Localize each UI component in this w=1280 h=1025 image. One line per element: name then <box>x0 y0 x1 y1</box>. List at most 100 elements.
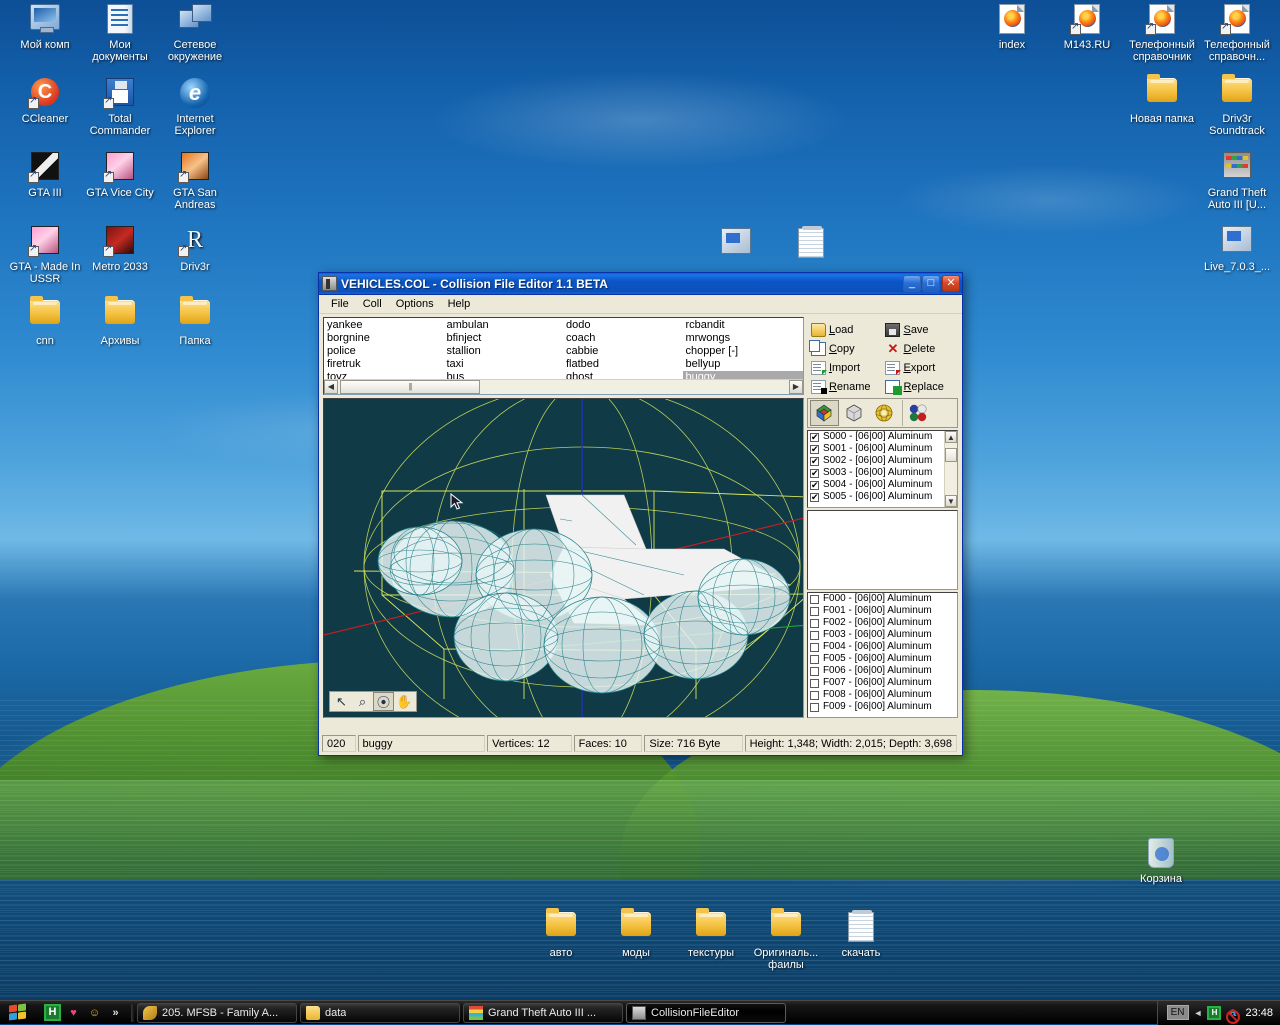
box-icon[interactable] <box>840 400 869 426</box>
list-item[interactable]: F006 - [06|00] Aluminum <box>808 665 957 677</box>
list-item[interactable]: F000 - [06|00] Aluminum <box>808 593 957 605</box>
scroll-right-arrow-icon[interactable]: ▶ <box>788 380 803 394</box>
rotate-icon[interactable]: ⦿ <box>373 692 394 711</box>
desktop-icon[interactable]: Live_7.0.3_... <box>1198 226 1276 273</box>
desktop-icon[interactable]: GTA Vice City <box>81 152 159 199</box>
desktop-icon[interactable]: Корзина <box>1122 838 1200 885</box>
list-item[interactable]: F003 - [06|00] Aluminum <box>808 629 957 641</box>
checkbox[interactable] <box>809 479 819 491</box>
vehicle-item[interactable]: coach <box>564 332 683 345</box>
list-item[interactable]: F004 - [06|00] Aluminum <box>808 641 957 653</box>
desktop-icon[interactable]: скачать <box>822 910 900 959</box>
collision-file-editor-window[interactable]: VEHICLES.COL - Collision File Editor 1.1… <box>318 272 963 756</box>
vehicle-item[interactable]: bfinject <box>444 332 563 345</box>
sphere-icon[interactable] <box>870 400 899 426</box>
delete-button[interactable]: Delete <box>885 339 956 358</box>
desktop-icon[interactable]: CCleaner <box>6 78 84 125</box>
checkbox[interactable] <box>809 491 819 503</box>
list-item[interactable]: F008 - [06|00] Aluminum <box>808 689 957 701</box>
checkbox[interactable] <box>809 654 819 664</box>
3d-viewport[interactable]: ↖ ⌕ ⦿ ✋ <box>323 398 804 718</box>
checkbox[interactable] <box>809 630 819 640</box>
task-button[interactable]: data <box>300 1002 460 1023</box>
sphere-list[interactable]: S000 - [06|00] AluminumS001 - [06|00] Al… <box>806 430 958 508</box>
checkbox[interactable] <box>809 606 819 616</box>
menu-item-file[interactable]: File <box>324 296 356 312</box>
copy-button[interactable]: Copy <box>808 339 882 358</box>
select-icon[interactable]: ↖ <box>331 692 352 711</box>
task-button[interactable]: CollisionFileEditor <box>626 1002 786 1023</box>
vehicle-item[interactable]: chopper [-] <box>683 345 802 358</box>
desktop-icon[interactable]: Driv3r Soundtrack <box>1198 74 1276 137</box>
list-item[interactable]: F007 - [06|00] Aluminum <box>808 677 957 689</box>
quick-launch-bar[interactable]: Н ♥ ☺» <box>40 1004 128 1021</box>
checkbox[interactable] <box>809 467 819 479</box>
desktop-icon[interactable]: моды <box>597 908 675 959</box>
list-item[interactable]: S003 - [06|00] Aluminum <box>808 467 957 479</box>
more-icon[interactable]: » <box>107 1004 124 1021</box>
desktop-icon[interactable]: Сетевое окружение <box>156 4 234 63</box>
viewport-toolbar[interactable]: ↖ ⌕ ⦿ ✋ <box>329 691 417 712</box>
export-button[interactable]: Export <box>885 358 956 377</box>
vehicle-item[interactable]: firetruk <box>325 358 444 371</box>
menubar[interactable]: File Coll Options Help <box>319 295 962 314</box>
vehicle-item[interactable]: borgnine <box>325 332 444 345</box>
vehicle-list-hscrollbar[interactable]: ◀ ▶ <box>324 379 803 394</box>
desktop-icon[interactable]: cnn <box>6 296 84 347</box>
vehicle-item[interactable]: mrwongs <box>683 332 802 345</box>
sphere-list-vscrollbar[interactable]: ▲ ▼ <box>944 431 957 507</box>
start-button[interactable] <box>2 1002 36 1024</box>
load-button[interactable]: Load <box>810 320 882 339</box>
vehicle-item[interactable]: cabbie <box>564 345 683 358</box>
replace-button[interactable]: Replace <box>885 377 956 396</box>
tray-expand-chevron-icon[interactable]: ◄ <box>1194 1008 1203 1018</box>
desktop-icon[interactable]: Папка <box>156 296 234 347</box>
checkbox[interactable] <box>809 666 819 676</box>
import-button[interactable]: Import <box>810 358 882 377</box>
list-item[interactable]: S000 - [06|00] Aluminum <box>808 431 957 443</box>
desktop-icon[interactable]: Новая папка <box>1123 74 1201 125</box>
close-button[interactable]: ✕ <box>942 275 960 292</box>
checkbox[interactable] <box>809 618 819 628</box>
desktop-icon[interactable]: M143.RU <box>1048 4 1126 51</box>
desktop-icon[interactable]: Grand Theft Auto III [U... <box>1198 152 1276 211</box>
desktop-icon[interactable]: авто <box>522 908 600 959</box>
checkbox[interactable] <box>809 702 819 712</box>
checkbox[interactable] <box>809 690 819 700</box>
desktop-icon[interactable]: Driv3r <box>156 226 234 273</box>
list-item[interactable]: F005 - [06|00] Aluminum <box>808 653 957 665</box>
checkbox[interactable] <box>809 455 819 467</box>
vehicle-item[interactable]: stallion <box>444 345 563 358</box>
list-item[interactable]: S004 - [06|00] Aluminum <box>808 479 957 491</box>
desktop-icon[interactable]: текстуры <box>672 908 750 959</box>
desktop-icon[interactable]: Телефонный справочник <box>1123 4 1201 63</box>
desktop-icon[interactable]: Metro 2033 <box>81 226 159 273</box>
vscroll-thumb[interactable] <box>945 448 957 462</box>
hscroll-thumb[interactable] <box>340 380 480 394</box>
checkbox[interactable] <box>809 594 819 604</box>
box-list[interactable] <box>806 510 958 590</box>
task-button[interactable]: 205. MFSB - Family A... <box>137 1002 297 1023</box>
task-buttons[interactable]: 205. MFSB - Family A... data Grand Theft A… <box>137 1002 1157 1023</box>
heart-icon[interactable]: ♥ <box>65 1004 82 1021</box>
punto-switcher-tray-icon[interactable] <box>1207 1005 1222 1020</box>
vehicle-item[interactable]: flatbed <box>564 358 683 371</box>
save-button[interactable]: Save <box>885 320 956 339</box>
list-item[interactable]: S001 - [06|00] Aluminum <box>808 443 957 455</box>
scroll-left-arrow-icon[interactable]: ◀ <box>324 380 338 394</box>
vehicle-item[interactable]: bellyup <box>683 358 802 371</box>
desktop-icon[interactable]: Архивы <box>81 296 159 347</box>
scroll-down-arrow-icon[interactable]: ▼ <box>945 495 957 507</box>
faces-icon[interactable] <box>809 400 839 426</box>
menu-item-options[interactable]: Options <box>389 296 441 312</box>
checkbox[interactable] <box>809 431 819 443</box>
vehicle-item[interactable]: yankee <box>325 319 444 332</box>
list-item[interactable]: F001 - [06|00] Aluminum <box>808 605 957 617</box>
desktop-icon[interactable]: Мои документы <box>81 4 159 63</box>
window-titlebar[interactable]: VEHICLES.COL - Collision File Editor 1.1… <box>319 273 962 295</box>
shape-type-toolbar[interactable] <box>806 398 958 428</box>
desktop-icon[interactable]: Оригиналь... фаилы <box>747 908 825 971</box>
vehicle-item[interactable]: dodo <box>564 319 683 332</box>
rename-button[interactable]: Rename <box>810 377 882 396</box>
menu-item-coll[interactable]: Coll <box>356 296 389 312</box>
